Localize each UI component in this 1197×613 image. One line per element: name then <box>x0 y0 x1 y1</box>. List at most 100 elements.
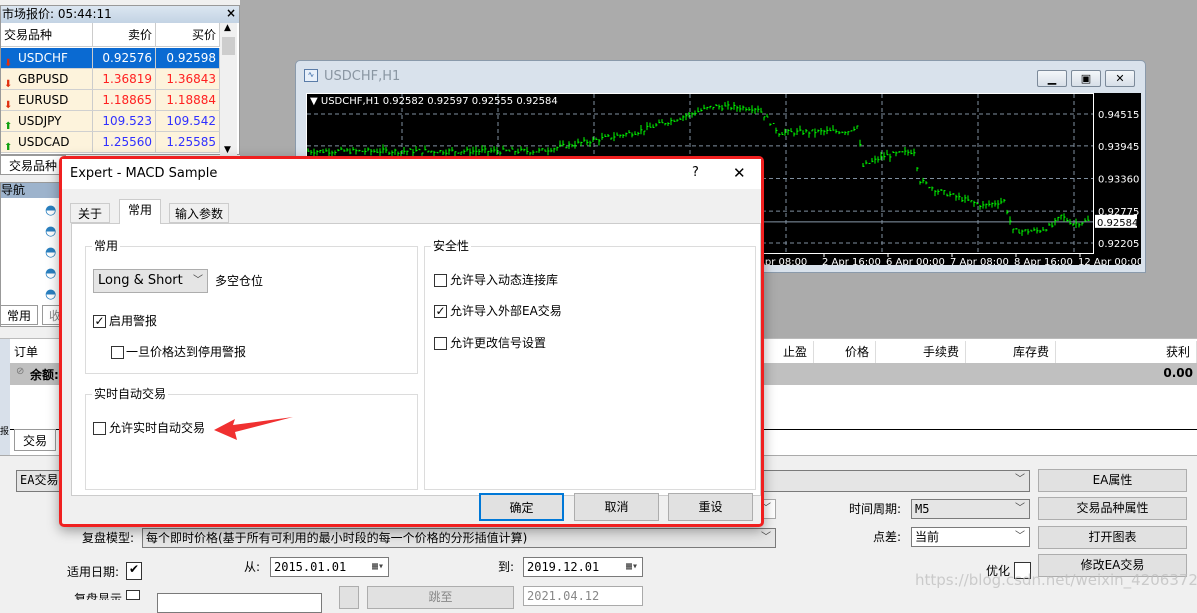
chevron-down-icon: ﹀ <box>1015 503 1025 514</box>
calendar-icon[interactable]: ▦▾ <box>372 558 384 576</box>
ea-select-value: EA交易 <box>20 473 59 487</box>
help-button[interactable]: ? <box>692 165 699 180</box>
allow-dll-checkbox[interactable] <box>434 274 447 287</box>
visual-speed-slider[interactable] <box>157 593 322 613</box>
skip-date-value: 2021.04.12 <box>527 589 600 603</box>
symbol-cell: ⬇ GBPUSD <box>1 69 93 90</box>
col-tp[interactable]: 止盈 <box>762 341 814 363</box>
expert-advisor-icon[interactable]: ◓ <box>45 203 56 218</box>
symbol: USDJPY <box>18 114 62 128</box>
position-label: 多空仓位 <box>215 274 264 288</box>
expert-advisor-icon[interactable]: ◓ <box>45 245 56 260</box>
allow-external-ea-checkbox[interactable]: ✓ <box>434 305 447 318</box>
visual-label: 复盘显示 <box>74 592 123 600</box>
expert-advisor-icon[interactable]: ◓ <box>45 224 56 239</box>
col-ask[interactable]: 买价 <box>156 23 220 46</box>
market-watch-row[interactable]: ⬆ USDJPY 109.523 109.542 <box>1 111 220 132</box>
ask-cell: 0.92598 <box>156 48 220 68</box>
disable-alert-checkbox[interactable] <box>111 346 124 359</box>
allow-signal-checkbox[interactable] <box>434 337 447 350</box>
ea-properties-button[interactable]: EA属性 <box>1038 469 1187 492</box>
side-tab-label: 报 <box>0 427 10 437</box>
symbol-cell: ⬇ USDCHF <box>1 48 93 69</box>
open-chart-button[interactable]: 打开图表 <box>1038 526 1187 549</box>
tab-inputs[interactable]: 输入参数 <box>169 203 230 223</box>
group-security: 安全性 允许导入动态连接库 ✓ 允许导入外部EA交易 允许更改信号设置 <box>424 239 756 490</box>
minimize-button[interactable]: ▁ <box>1037 70 1067 87</box>
to-date-input[interactable]: 2019.12.01 ▦▾ <box>523 557 643 577</box>
allow-live-trading-checkbox[interactable] <box>93 422 106 435</box>
symbol-properties-button[interactable]: 交易品种属性 <box>1038 497 1187 520</box>
tab-symbols[interactable]: 交易品种 <box>0 155 67 175</box>
current-price-label: 0.92584 <box>1097 218 1138 229</box>
scrollbar[interactable]: ▲ ▼ <box>220 23 237 155</box>
tab-content: 常用 Long & Short ﹀ 多空仓位 ✓ 启用警报 一旦价格达到停用警报 … <box>71 223 761 496</box>
period-select[interactable]: M5 ﹀ <box>911 499 1030 519</box>
ask-cell: 1.36843 <box>156 69 220 89</box>
col-swap[interactable]: 库存费 <box>966 341 1056 363</box>
use-date-checkbox[interactable]: ✔ <box>126 562 142 580</box>
col-bid[interactable]: 卖价 <box>93 23 156 46</box>
close-window-button[interactable]: ✕ <box>1105 70 1135 87</box>
reset-button[interactable]: 重设 <box>668 493 753 521</box>
time-label: Apr 08:00 <box>758 257 807 265</box>
expert-advisor-icon[interactable]: ◓ <box>45 287 56 302</box>
tab-common[interactable]: 常用 <box>0 305 39 325</box>
tab-about[interactable]: 关于 <box>70 203 111 223</box>
market-watch-header: 交易品种 卖价 买价 <box>1 23 220 47</box>
ok-button[interactable]: 确定 <box>479 493 564 521</box>
restore-button[interactable]: ▣ <box>1071 70 1101 87</box>
spread-select[interactable]: 当前 ﹀ <box>911 527 1030 547</box>
scroll-up-icon[interactable]: ▲ <box>224 23 231 33</box>
time-label: 8 Apr 16:00 <box>1014 257 1073 265</box>
group-common-title: 常用 <box>92 239 121 253</box>
chevron-down-icon: ﹀ <box>1015 531 1025 542</box>
time-label: 7 Apr 08:00 <box>950 257 1009 265</box>
from-date-input[interactable]: 2015.01.01 ▦▾ <box>270 557 389 577</box>
bid-cell: 1.18865 <box>93 90 156 110</box>
col-price[interactable]: 价格 <box>814 341 876 363</box>
col-profit[interactable]: 获利 <box>1056 341 1197 363</box>
price-label: 0.93360 <box>1098 175 1139 186</box>
tab-trade[interactable]: 交易 <box>14 429 57 451</box>
dialog-close-button[interactable]: ✕ <box>733 164 746 182</box>
market-watch-row[interactable]: ⬇ USDCHF 0.92576 0.92598 <box>1 48 220 69</box>
chart-window-title: USDCHF,H1 <box>324 69 401 84</box>
market-watch-row[interactable]: ⬇ EURUSD 1.18865 1.18884 <box>1 90 220 111</box>
col-commission[interactable]: 手续费 <box>876 341 966 363</box>
skip-date-input[interactable]: 2021.04.12 <box>523 586 643 606</box>
allow-dll-label: 允许导入动态连接库 <box>450 273 559 287</box>
position-value: Long & Short <box>98 273 183 288</box>
col-symbol[interactable]: 交易品种 <box>1 23 93 46</box>
time-label: 12 Apr 00:00 <box>1078 257 1141 265</box>
from-date-value: 2015.01.01 <box>274 560 347 574</box>
calendar-icon[interactable]: ▦▾ <box>626 558 638 576</box>
group-live-title: 实时自动交易 <box>92 387 169 401</box>
symbol: USDCHF <box>18 51 68 65</box>
close-icon[interactable]: × <box>226 6 236 20</box>
allow-signal-label: 允许更改信号设置 <box>450 336 547 350</box>
cancel-button[interactable]: 取消 <box>574 493 659 521</box>
to-date-value: 2019.12.01 <box>527 560 600 574</box>
spread-value: 当前 <box>915 530 940 544</box>
market-watch-row[interactable]: ⬇ GBPUSD 1.36819 1.36843 <box>1 69 220 90</box>
model-select[interactable]: 每个即时价格(基于所有可利用的最小时段的每一个价格的分形插值计算) ﹀ <box>142 528 776 548</box>
model-label: 复盘模型: <box>82 531 135 545</box>
chart-ohlc: USDCHF,H1 0.92582 0.92597 0.92555 0.9258… <box>320 96 558 107</box>
dialog-title: Expert - MACD Sample <box>62 159 761 189</box>
balance-icon: ⊘ <box>16 366 25 377</box>
balance-label: 余额: <box>30 368 59 382</box>
skip-to-button[interactable]: 跳至 <box>367 586 514 609</box>
price-label: 0.92205 <box>1098 239 1139 250</box>
position-select[interactable]: Long & Short ﹀ <box>93 269 208 293</box>
market-watch-row[interactable]: ⬆ USDCAD 1.25560 1.25585 <box>1 132 220 153</box>
pause-button[interactable] <box>339 586 359 609</box>
group-common: 常用 Long & Short ﹀ 多空仓位 ✓ 启用警报 一旦价格达到停用警报 <box>85 239 418 374</box>
tab-common-settings[interactable]: 常用 <box>119 199 162 224</box>
enable-alerts-checkbox[interactable]: ✓ <box>93 315 106 328</box>
to-label: 到: <box>498 560 515 574</box>
expert-advisor-icon[interactable]: ◓ <box>45 266 56 281</box>
symbol: EURUSD <box>18 93 69 107</box>
scroll-down-icon[interactable]: ▼ <box>224 145 231 155</box>
symbol: USDCAD <box>18 135 70 149</box>
